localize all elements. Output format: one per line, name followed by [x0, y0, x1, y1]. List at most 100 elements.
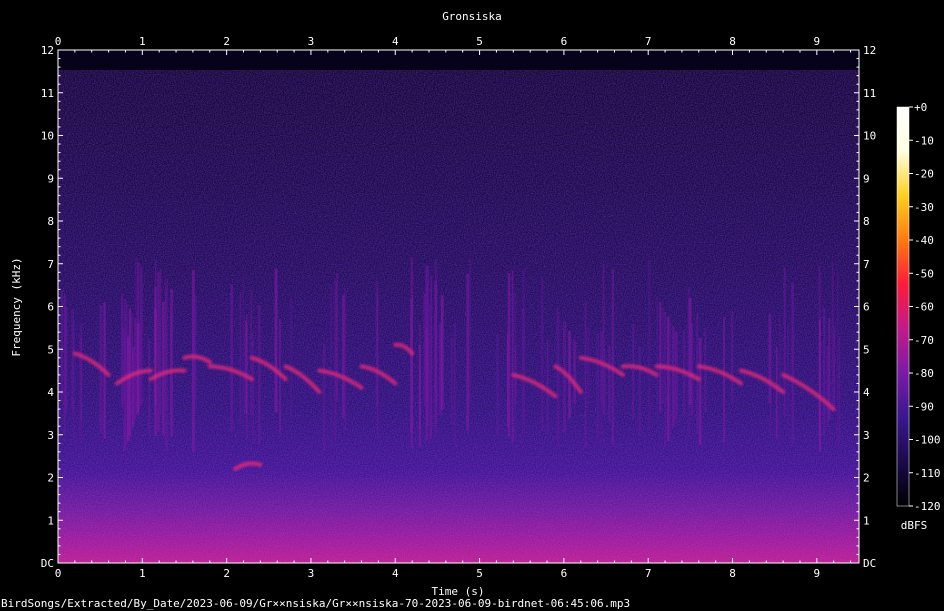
y-tick-label-right: 2	[863, 472, 870, 485]
spectral-column	[600, 331, 603, 405]
spectral-column	[826, 345, 829, 426]
y-tick-label-right: 9	[863, 172, 870, 185]
spectral-column	[159, 269, 162, 415]
y-tick-label-right: 6	[863, 301, 870, 314]
x-tick-label-top: 4	[392, 35, 399, 48]
spectral-column	[674, 331, 678, 420]
chart-title: Gronsiska	[442, 10, 502, 23]
spectral-column	[556, 307, 559, 439]
spectral-column	[664, 311, 667, 449]
x-tick-label-top: 9	[814, 35, 821, 48]
spectral-column	[322, 343, 326, 451]
spectral-column	[154, 308, 157, 436]
spectral-column	[330, 284, 332, 447]
spectral-column	[669, 321, 672, 434]
x-tick-label-top: 8	[729, 35, 736, 48]
spectral-column	[638, 346, 641, 436]
spectral-column	[672, 326, 675, 427]
file-path: BirdSongs/Extracted/By_Date/2023-06-09/G…	[1, 597, 630, 610]
colorbar-label: dBFS	[901, 519, 928, 532]
x-tick-label: 1	[139, 567, 146, 580]
y-tick-label: 8	[47, 215, 54, 228]
spectral-column	[838, 337, 841, 443]
spectral-column	[602, 263, 605, 415]
y-tick-label: DC	[41, 557, 54, 570]
spectral-column	[169, 316, 172, 414]
x-tick-label-top: 6	[561, 35, 568, 48]
above-nyquist-band	[58, 50, 859, 70]
spectral-column	[64, 306, 68, 414]
spectral-column	[647, 259, 651, 427]
spectral-column	[129, 341, 132, 434]
spectral-column	[704, 327, 707, 413]
spectral-column	[696, 312, 699, 435]
spectrogram-figure: Gronsiska 0123456789 0123456789 DC 1 2 3 4 5 6…	[0, 0, 944, 611]
spectral-column	[611, 268, 614, 445]
spectral-column	[419, 324, 421, 430]
y-tick-label-right: 11	[863, 87, 876, 100]
x-tick-label: 4	[392, 567, 399, 580]
spectral-column	[522, 268, 525, 435]
spectral-column	[836, 271, 839, 448]
y-tick-label-right: 4	[863, 386, 870, 399]
colorbar-ticks: +0 -10 -20 -30 -40 -50 -60 -70 -80 -90 -100 -110 -12…	[909, 101, 941, 513]
spectral-column	[775, 346, 778, 439]
spectral-column	[430, 275, 433, 439]
spectral-column	[139, 267, 143, 405]
spectral-column	[250, 289, 253, 415]
spectral-column	[607, 345, 611, 422]
colorbar-tick-label: -60	[914, 301, 934, 314]
spectral-column	[80, 336, 83, 421]
x-tick-label: 8	[729, 567, 736, 580]
spectral-column	[148, 339, 151, 436]
spectral-column	[440, 295, 444, 410]
y-tick-label: 12	[41, 44, 54, 57]
y-tick-label: 7	[47, 258, 54, 271]
spectral-column	[659, 302, 662, 412]
spectral-column	[124, 331, 127, 449]
spectral-column	[769, 325, 772, 435]
spectral-column	[779, 311, 781, 447]
y-tick-label: 9	[47, 172, 54, 185]
colorbar-tick-label: -110	[914, 467, 941, 480]
y-tick-label-right: 7	[863, 258, 870, 271]
spectrogram-chart: Gronsiska 0123456789 0123456789 DC123456…	[1, 10, 941, 610]
x-tick-label: 0	[55, 567, 62, 580]
y-tick-label-right: 1	[863, 514, 870, 527]
y-tick-label: 4	[47, 386, 54, 399]
spectral-column	[687, 286, 691, 438]
spectral-column	[469, 258, 471, 406]
spectral-column	[230, 284, 233, 432]
y-tick-label: 11	[41, 87, 54, 100]
spectral-column	[242, 274, 245, 437]
spectral-column	[426, 287, 428, 405]
colorbar-tick-label: -100	[914, 434, 941, 447]
y-tick-label-right: 5	[863, 343, 870, 356]
spectral-column	[434, 259, 438, 437]
colorbar-tick-label: -90	[914, 400, 934, 413]
y-tick-label-right: 12	[863, 44, 876, 57]
colorbar-tick-label: -70	[914, 334, 934, 347]
spectral-column	[194, 295, 197, 412]
spectral-column	[540, 277, 544, 432]
y-tick-label-right: 3	[863, 429, 870, 442]
x-tick-label: 5	[476, 567, 483, 580]
spectral-column	[258, 304, 261, 445]
x-tick-label-top: 0	[55, 35, 62, 48]
spectral-column	[831, 261, 834, 411]
spectral-column	[376, 293, 379, 438]
y-axis-label: Frequency (kHz)	[10, 257, 23, 356]
colorbar-tick-label: -20	[914, 168, 934, 181]
colorbar-tick-label: -30	[914, 201, 934, 214]
y-tick-label: 1	[47, 514, 54, 527]
spectral-column	[586, 327, 590, 408]
spectral-column	[698, 338, 702, 445]
spectral-column	[731, 311, 734, 403]
spectral-column	[833, 327, 836, 407]
x-tick-label-top: 7	[645, 35, 652, 48]
spectral-column	[165, 286, 167, 410]
spectral-column	[511, 270, 514, 443]
x-tick-label-top: 1	[139, 35, 146, 48]
colorbar-tick-label: -10	[914, 134, 934, 147]
spectral-column	[632, 324, 635, 420]
